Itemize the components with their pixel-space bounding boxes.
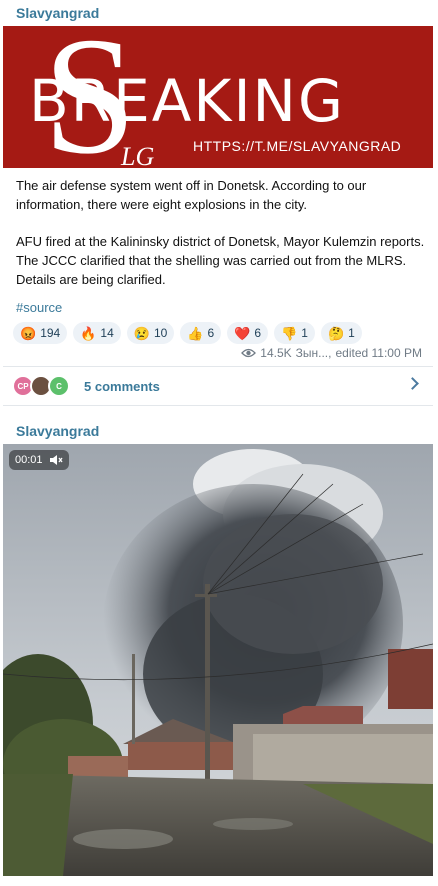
commenter-avatars: CP C: [12, 375, 78, 397]
banner-url: HTTPS://T.ME/SLAVYANGRAD: [193, 138, 402, 154]
reaction-angry[interactable]: 😡 194: [13, 322, 68, 344]
thinking-face-icon: 🤔: [327, 325, 345, 341]
avatar: C: [48, 375, 70, 397]
divider: [3, 405, 433, 406]
video-player[interactable]: 00:01: [3, 444, 433, 876]
reaction-crying[interactable]: 😢 10: [126, 322, 175, 344]
hashtag-link[interactable]: #source: [16, 300, 62, 315]
thumbs-down-icon: 👎: [281, 325, 298, 341]
reaction-count: 1: [348, 326, 355, 340]
banner-breaking-text: BREAKING: [29, 67, 345, 135]
view-count: 14.5K: [260, 346, 292, 360]
reaction-thumbs-up[interactable]: 👍 6: [180, 322, 222, 344]
crying-face-icon: 😢: [133, 325, 150, 341]
angry-face-icon: 😡: [20, 325, 37, 341]
video-frame: [3, 444, 433, 876]
reaction-count: 194: [40, 326, 61, 340]
reaction-fire[interactable]: 🔥 14: [73, 322, 121, 344]
fire-icon: 🔥: [80, 325, 97, 341]
video-timer-badge[interactable]: 00:01: [9, 450, 69, 470]
message-text: The air defense system went off in Donet…: [16, 176, 426, 307]
reaction-count: 10: [153, 326, 168, 340]
channel-name[interactable]: Slavyangrad: [16, 423, 99, 439]
divider: [3, 366, 433, 367]
reaction-count: 6: [207, 326, 215, 340]
reaction-count: 6: [254, 326, 262, 340]
reactions-bar: 😡 194 🔥 14 😢 10 👍 6 ❤️ 6 👎 1 🤔 1: [13, 322, 362, 344]
reaction-thinking[interactable]: 🤔 1: [320, 322, 362, 344]
reaction-thumbs-down[interactable]: 👎 1: [274, 322, 315, 344]
eye-icon: [241, 348, 257, 358]
chevron-right-icon: [406, 377, 419, 390]
reaction-heart[interactable]: ❤️ 6: [227, 322, 269, 344]
post-meta: 14.5K Зын..., edited 11:00 PM: [241, 346, 422, 360]
message-paragraph-1: The air defense system went off in Donet…: [16, 178, 367, 212]
comments-button[interactable]: CP C 5 comments: [3, 368, 433, 404]
logo-letters: LG: [121, 142, 155, 169]
reaction-count: 14: [100, 326, 114, 340]
mute-icon[interactable]: [49, 454, 63, 466]
breaking-banner-image[interactable]: S BREAKING LG HTTPS://T.ME/SLAVYANGRAD: [3, 26, 433, 168]
thumbs-up-icon: 👍: [187, 325, 204, 341]
post-author: Зын...,: [295, 346, 332, 360]
message-paragraph-2: AFU fired at the Kalininsky district of …: [16, 234, 425, 287]
video-timer: 00:01: [15, 454, 43, 466]
reaction-count: 1: [301, 326, 308, 340]
edited-time: edited 11:00 PM: [335, 346, 422, 360]
heart-icon: ❤️: [234, 325, 251, 341]
comments-label: 5 comments: [84, 378, 160, 394]
channel-name[interactable]: Slavyangrad: [16, 5, 99, 21]
